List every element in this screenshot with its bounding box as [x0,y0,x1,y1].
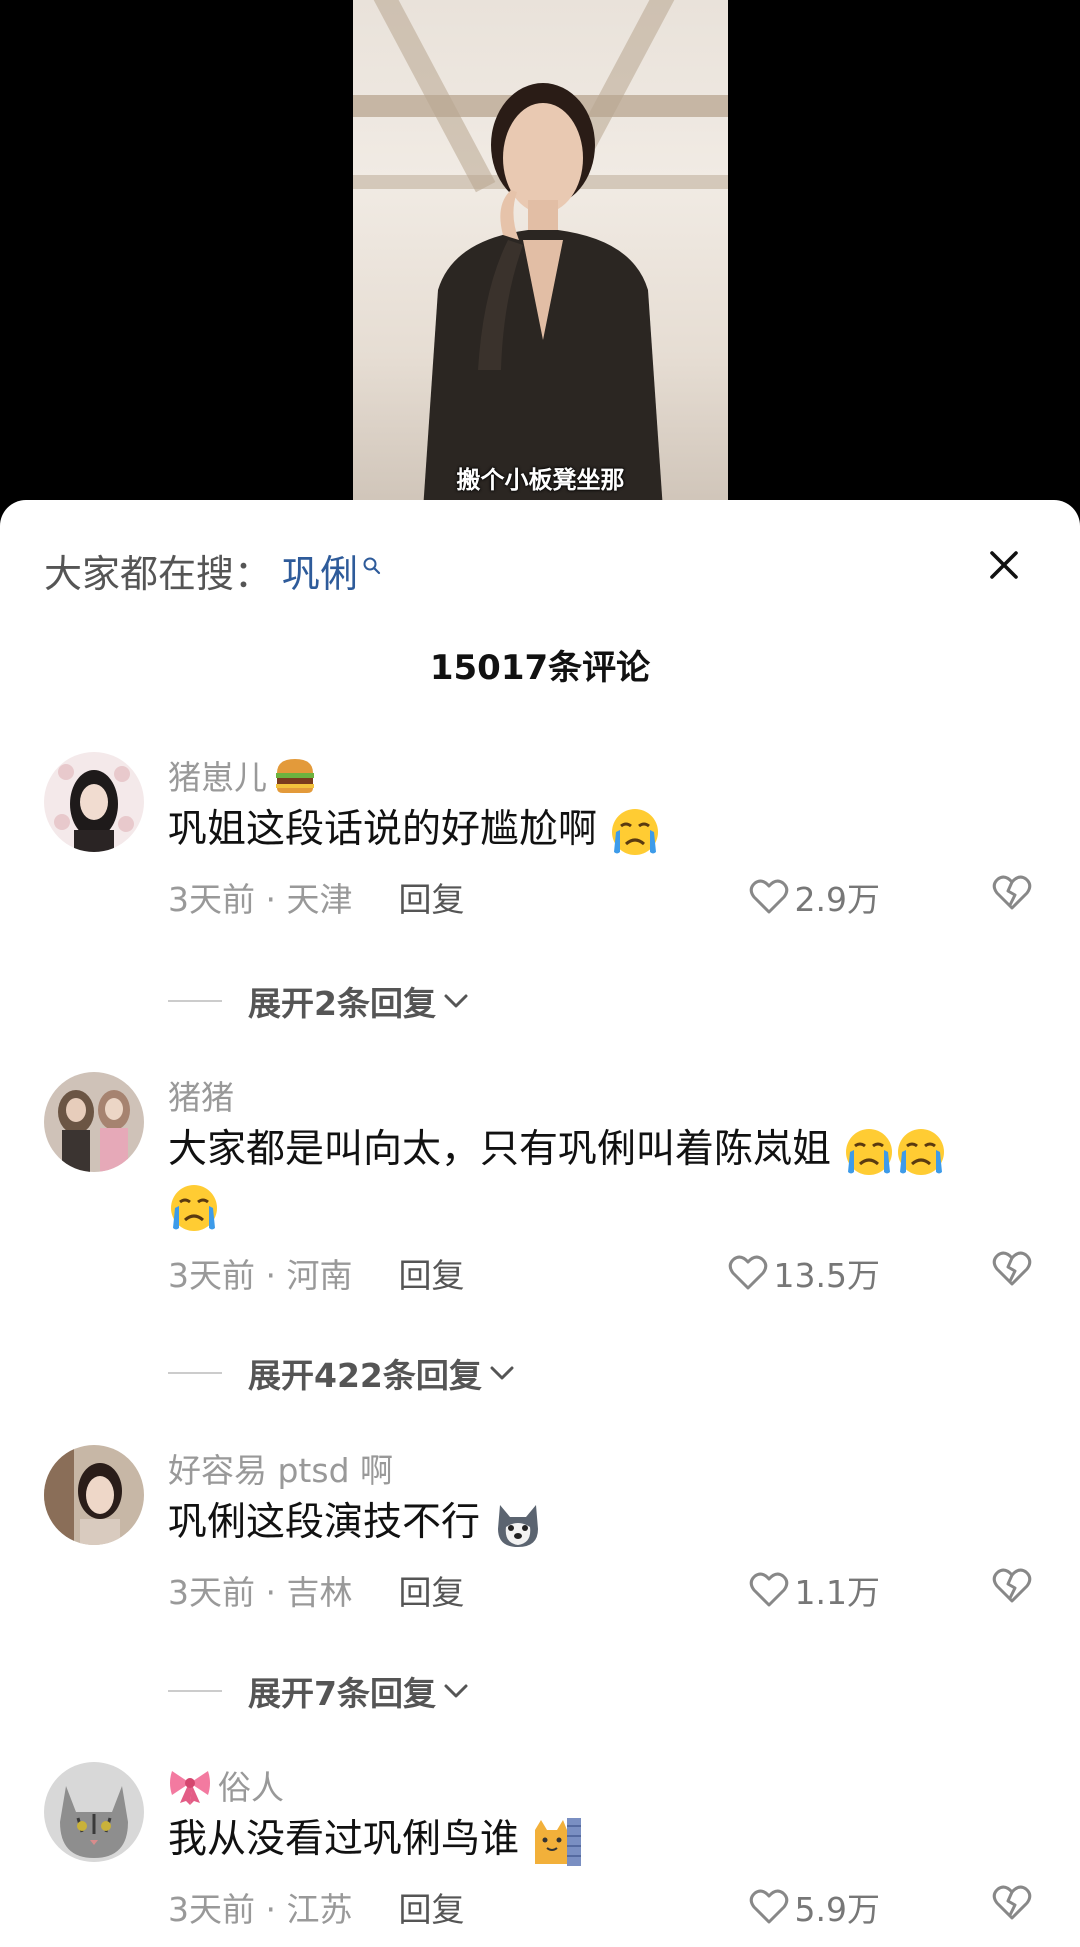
reply-button[interactable]: 回复 [398,873,464,921]
reply-button[interactable]: 回复 [398,1249,464,1297]
like-button[interactable]: 1.1万 [749,1566,880,1614]
comment-time-location: 3天前 · 吉林 [168,1573,353,1612]
video-player[interactable]: 搬个小板凳坐那 [0,0,1080,520]
crying-face-emoji-icon [898,1128,945,1175]
comment-time-location: 3天前 · 河南 [168,1256,353,1295]
divider-line [168,1372,222,1374]
comment-username[interactable]: 好容易 ptsd 啊 [168,1445,1040,1491]
expand-replies-button[interactable]: 展开422条回复 [168,1349,516,1397]
comment-item: 猪崽儿 巩姐这段话说的好尴尬啊 3天前 · 天津 回复 2.9万 展开2条回复 [0,752,1080,1052]
expand-replies-button[interactable]: 展开2条回复 [168,977,470,1025]
chevron-down-icon [444,994,468,1008]
reply-button[interactable]: 回复 [398,1883,464,1931]
dislike-button[interactable] [992,1885,1032,1929]
avatar[interactable] [44,1445,144,1545]
avatar[interactable] [44,1072,144,1172]
trending-search-term[interactable]: 巩俐 [282,543,358,598]
avatar[interactable] [44,1762,144,1862]
heart-icon [728,1255,767,1290]
expand-replies-button[interactable]: 展开7条回复 [168,1667,470,1715]
comment-meta: 3天前 · 天津 回复 2.9万 [168,872,1040,922]
divider-line [168,1000,222,1002]
like-count: 5.9万 [794,1890,880,1929]
comment-count: 15017条评论 [429,648,651,688]
husky-dog-emoji-icon [498,1504,539,1547]
like-count: 13.5万 [773,1256,880,1295]
crying-face-emoji-icon [612,808,659,855]
hamburger-emoji-icon [276,759,314,793]
dislike-button[interactable] [992,875,1032,919]
trending-search[interactable]: 大家都在搜： 巩俐 [44,540,382,600]
heart-icon [749,879,788,914]
like-button[interactable]: 2.9万 [749,873,880,921]
crying-face-emoji-icon [846,1128,893,1175]
broken-heart-icon [992,875,1032,910]
comment-text: 我从没看过巩俐鸟谁 [168,1812,1040,1868]
like-count: 1.1万 [794,1573,880,1612]
trending-search-label: 大家都在搜： [44,551,273,596]
video-person-figure [423,83,663,510]
comment-item: 猪猪 大家都是叫向太，只有巩俐叫着陈岚姐 3天前 · 河南 回复 13.5万 展… [0,1072,1080,1452]
avatar[interactable] [44,752,144,852]
comment-sheet: 大家都在搜： 巩俐 15017条评论 猪崽儿 巩姐这段话说的好尴尬啊 3天前 ·… [0,500,1080,1947]
comment-item: 俗人 我从没看过巩俐鸟谁 3天前 · 江苏 回复 5.9万 [0,1762,1080,1947]
like-count: 2.9万 [794,880,880,919]
comment-username[interactable]: 猪崽儿 [168,752,1040,798]
broken-heart-icon [992,1251,1032,1286]
crying-face-emoji-icon [171,1184,217,1231]
chevron-down-icon [444,1684,468,1698]
ribbon-bow-emoji-icon [170,1771,210,1805]
like-button[interactable]: 5.9万 [749,1883,880,1931]
heart-icon [749,1572,788,1607]
reply-button[interactable]: 回复 [398,1566,464,1614]
video-subtitle: 搬个小板凳坐那 [456,466,625,494]
broken-heart-icon [992,1885,1032,1920]
cat-at-wall-emoji-icon [535,1817,582,1866]
broken-heart-icon [992,1568,1032,1603]
video-frame: 搬个小板凳坐那 [353,0,728,510]
dislike-button[interactable] [992,1568,1032,1612]
comment-username[interactable]: 猪猪 [168,1072,1040,1118]
comment-meta: 3天前 · 河南 回复 13.5万 [168,1248,1040,1298]
heart-icon [749,1889,788,1924]
dislike-button[interactable] [992,1251,1032,1295]
comment-item: 好容易 ptsd 啊 巩俐这段演技不行 3天前 · 吉林 回复 1.1万 展开7… [0,1445,1080,1745]
chevron-down-icon [490,1366,514,1380]
divider-line [168,1690,222,1692]
comment-username[interactable]: 俗人 [168,1762,1040,1808]
close-button[interactable] [974,535,1034,595]
comment-text: 大家都是叫向太，只有巩俐叫着陈岚姐 [168,1122,1040,1234]
comment-meta: 3天前 · 江苏 回复 5.9万 [168,1882,1040,1932]
comment-time-location: 3天前 · 天津 [168,880,353,919]
comment-meta: 3天前 · 吉林 回复 1.1万 [168,1565,1040,1615]
close-icon [990,551,1018,579]
comment-time-location: 3天前 · 江苏 [168,1890,353,1929]
comment-text: 巩俐这段演技不行 [168,1495,1040,1551]
comment-text: 巩姐这段话说的好尴尬啊 [168,802,1040,858]
search-icon [362,541,382,585]
like-button[interactable]: 13.5万 [728,1249,880,1297]
